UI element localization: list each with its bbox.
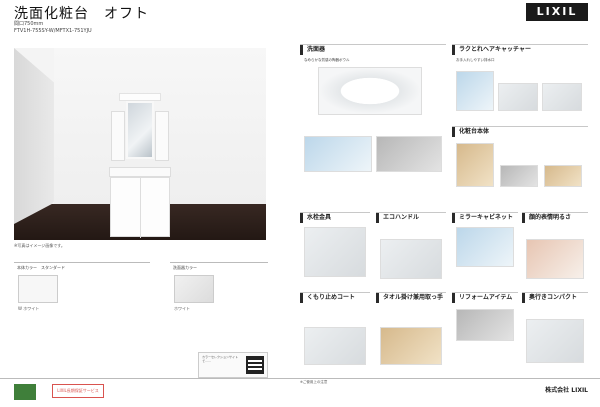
feature-reform: リフォームアイテム	[452, 292, 518, 372]
qr-code-icon[interactable]	[246, 356, 264, 374]
lixil-logo: LIXIL	[526, 3, 588, 21]
bowl-color-label: 洗面器カラー	[173, 265, 197, 270]
photo-caption: ※写真はイメージ画像です。	[14, 243, 65, 248]
feature-reform-title: リフォームアイテム	[452, 293, 512, 303]
vanity-shelf-right	[155, 111, 169, 161]
body-color-chip	[18, 275, 58, 303]
feature-mirror: ミラーキャビネット	[452, 212, 518, 284]
feature-light-title: 顔的表情明るさ	[522, 213, 571, 223]
feature-faucet: 水栓金具	[300, 212, 370, 284]
body-color-box: 本体カラー スタンダード W ホワイト	[14, 262, 150, 324]
bowl-color-box: 洗面器カラー ホワイト	[170, 262, 268, 324]
feature-catcher-title: ラクとれヘアキャッチャー	[452, 45, 531, 55]
feature-coat-title: くもり止めコート	[300, 293, 355, 303]
feature-catcher-image-3	[542, 83, 582, 111]
bowl-color-code: ホワイト	[174, 306, 190, 311]
body-color-label: 本体カラー スタンダード	[17, 265, 65, 270]
vanity-mirror	[126, 101, 154, 159]
feature-eco-image	[380, 239, 442, 279]
warranty-badge: LIXIL長期保証サービス	[52, 384, 104, 398]
header: 洗面化粧台 オフト 間口750mm FTV1H-755SY-W/MFTX1-75…	[0, 0, 600, 44]
feature-eco: エコハンドル	[376, 212, 446, 284]
footer-divider	[0, 378, 600, 379]
feature-catcher-image-1	[456, 71, 494, 111]
feature-bowl-image-2	[304, 136, 372, 172]
eco-badge-icon	[14, 384, 36, 400]
page-subtitle: 間口750mm	[14, 21, 44, 27]
feature-towel-image	[380, 327, 442, 365]
feature-bowl-image-3	[376, 136, 442, 172]
feature-mirror-image	[456, 227, 514, 267]
feature-compact-image	[526, 319, 584, 363]
feature-catcher-desc: お手入れしやすい排水口	[456, 58, 495, 62]
feature-reform-image	[456, 309, 514, 341]
feature-bowl-desc: なめらかな質感の陶器ボウル	[304, 58, 350, 62]
feature-eco-title: エコハンドル	[376, 213, 419, 223]
body-color-code: W ホワイト	[18, 306, 40, 311]
vanity-light	[119, 93, 161, 101]
company-name: 株式会社 LIXIL	[545, 387, 588, 394]
feature-faucet-title: 水栓金具	[300, 213, 331, 223]
vanity-cabinet	[110, 177, 170, 238]
feature-cabinet-image-1	[456, 143, 494, 187]
feature-towel: タオル掛け兼用取っ手	[376, 292, 446, 372]
feature-coat-image	[304, 327, 366, 365]
feature-cabinet-image-3	[544, 165, 582, 187]
feature-bowl-extra	[300, 132, 446, 206]
feature-catcher: ラクとれヘアキャッチャー お手入れしやすい排水口	[452, 44, 588, 124]
vanity-counter	[109, 167, 171, 177]
vanity-unit	[109, 93, 171, 239]
feature-light: 顔的表情明るさ	[522, 212, 588, 284]
feature-catcher-image-2	[498, 83, 538, 111]
qr-text: カラーセレクションサイトで……	[202, 355, 239, 363]
feature-faucet-image	[304, 227, 366, 277]
feature-compact-title: 奥行きコンパクト	[522, 293, 577, 303]
feature-cabinet: 化粧台本体	[452, 126, 588, 206]
product-photo	[14, 48, 266, 240]
model-number: FTV1H-755SY-W/MFTX1-751YJU	[14, 28, 92, 34]
feature-mirror-title: ミラーキャビネット	[452, 213, 513, 223]
qr-panel: カラーセレクションサイトで……	[198, 352, 268, 378]
footer-note: ※ご使用上の注意	[300, 380, 328, 384]
feature-towel-title: タオル掛け兼用取っ手	[376, 293, 443, 303]
feature-bowl-title: 洗面器	[300, 45, 325, 55]
feature-cabinet-image-2	[500, 165, 538, 187]
vanity-shelf-left	[111, 111, 125, 161]
feature-light-image	[526, 239, 584, 279]
feature-compact: 奥行きコンパクト	[522, 292, 588, 372]
feature-bowl-image	[318, 67, 422, 115]
bowl-color-chip	[174, 275, 214, 303]
feature-cabinet-title: 化粧台本体	[452, 127, 489, 137]
feature-coat: くもり止めコート	[300, 292, 370, 372]
